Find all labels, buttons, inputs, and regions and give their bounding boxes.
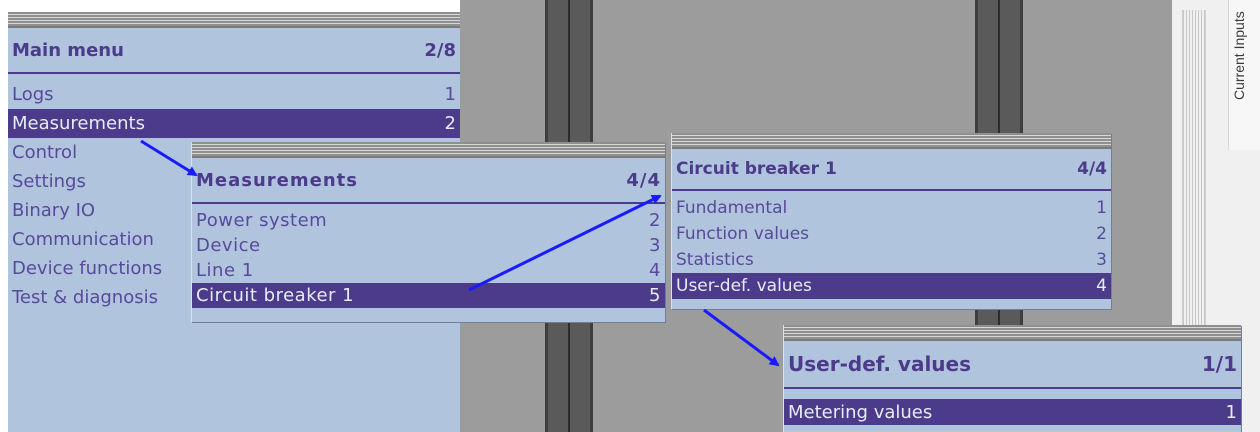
screenshot-canvas: Current Inputs Main menu 2/8 Logs 1 Measu… (0, 0, 1260, 432)
menu-item-label: Device (196, 235, 261, 256)
circuit-breaker-menu-panel: Circuit breaker 1 4/4 Fundamental 1 Funct… (671, 133, 1111, 309)
menu-item-label: Communication (12, 229, 154, 250)
menu-item-device[interactable]: Device 3 (192, 233, 665, 258)
menu-item-number: 2 (1096, 224, 1107, 244)
menu-item-number: 3 (1096, 250, 1107, 270)
circuit-breaker-menu-title: Circuit breaker 1 (676, 159, 837, 179)
user-def-values-menu-page-count: 1/1 (1201, 352, 1237, 376)
user-def-values-menu-panel: User-def. values 1/1 Metering values 1 (783, 325, 1241, 432)
user-def-values-menu-header: User-def. values 1/1 (784, 341, 1241, 389)
menu-item-metering-values[interactable]: Metering values 1 (784, 399, 1241, 425)
menu-item-label: Logs (12, 84, 54, 105)
menu-item-label: Fundamental (676, 198, 788, 218)
menu-item-label: Settings (12, 171, 86, 192)
menu-title-stripes (784, 325, 1241, 341)
menu-item-measurements[interactable]: Measurements 2 (8, 109, 460, 138)
menu-item-number: 5 (649, 285, 661, 306)
menu-item-label: Statistics (676, 250, 754, 270)
main-menu-title: Main menu (12, 39, 124, 61)
measurements-menu-page-count: 4/4 (626, 169, 661, 191)
circuit-breaker-menu-header: Circuit breaker 1 4/4 (672, 149, 1111, 191)
menu-item-number: 4 (649, 260, 661, 281)
menu-item-label: Circuit breaker 1 (196, 285, 355, 306)
menu-title-stripes (8, 12, 460, 28)
menu-item-number: 2 (649, 210, 661, 231)
menu-title-stripes (192, 142, 665, 158)
menu-item-statistics[interactable]: Statistics 3 (672, 247, 1111, 273)
main-menu-header: Main menu 2/8 (8, 28, 460, 74)
menu-item-number: 1 (444, 84, 456, 105)
menu-item-label: Function values (676, 224, 810, 244)
menu-item-fundamental[interactable]: Fundamental 1 (672, 195, 1111, 221)
measurements-menu-panel: Measurements 4/4 Power system 2 Device 3 L… (191, 142, 665, 322)
user-def-values-menu-title: User-def. values (788, 352, 972, 376)
menu-item-number: 4 (1096, 276, 1107, 296)
menu-item-logs[interactable]: Logs 1 (8, 80, 460, 109)
menu-item-number: 2 (444, 113, 456, 134)
menu-item-label: Test & diagnosis (12, 287, 158, 308)
menu-item-power-system[interactable]: Power system 2 (192, 208, 665, 233)
menu-item-user-def-values[interactable]: User-def. values 4 (672, 273, 1111, 299)
menu-item-number: 1 (1225, 401, 1237, 423)
user-def-values-menu-items: Metering values 1 (784, 389, 1241, 425)
measurements-menu-header: Measurements 4/4 (192, 158, 665, 204)
main-menu-page-count: 2/8 (424, 39, 456, 61)
measurements-menu-items: Power system 2 Device 3 Line 1 4 Circuit br… (192, 204, 665, 308)
menu-item-number: 3 (649, 235, 661, 256)
menu-title-stripes (672, 133, 1111, 149)
tab-current-inputs-label: Current Inputs (1231, 11, 1247, 100)
menu-item-label: Line 1 (196, 260, 254, 281)
menu-item-number: 1 (1096, 198, 1107, 218)
circuit-breaker-menu-items: Fundamental 1 Function values 2 Statistics… (672, 191, 1111, 299)
measurements-menu-title: Measurements (196, 169, 358, 191)
menu-item-circuit-breaker-1[interactable]: Circuit breaker 1 5 (192, 283, 665, 308)
menu-item-label: Control (12, 142, 78, 163)
circuit-breaker-menu-page-count: 4/4 (1077, 159, 1107, 179)
menu-item-label: Device functions (12, 258, 163, 279)
menu-item-function-values[interactable]: Function values 2 (672, 221, 1111, 247)
menu-item-label: Measurements (12, 113, 145, 134)
menu-item-label: Binary IO (12, 200, 96, 221)
menu-item-line-1[interactable]: Line 1 4 (192, 258, 665, 283)
menu-item-label: Metering values (788, 401, 933, 423)
menu-item-label: Power system (196, 210, 328, 231)
menu-item-label: User-def. values (676, 276, 812, 296)
